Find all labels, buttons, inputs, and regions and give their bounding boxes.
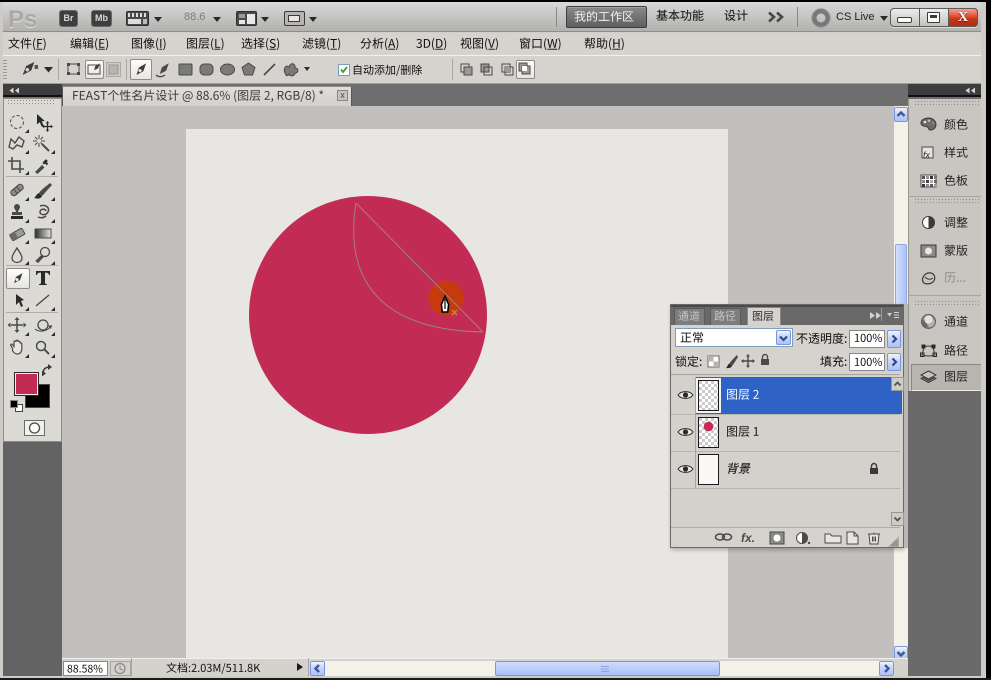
svg-text:fx: fx: [923, 150, 931, 160]
